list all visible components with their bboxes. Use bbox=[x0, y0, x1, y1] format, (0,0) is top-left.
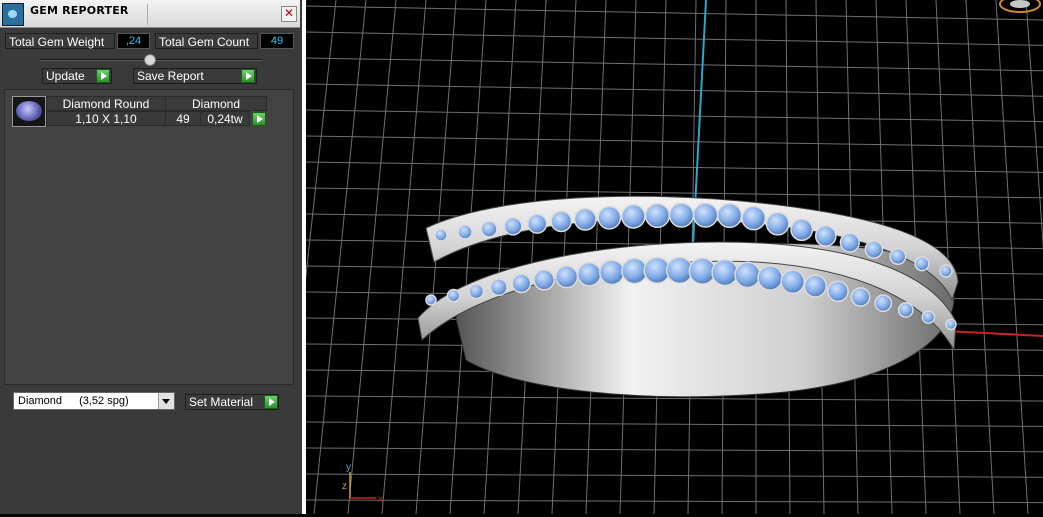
save-report-button[interactable]: Save Report bbox=[133, 68, 257, 84]
gem-stone bbox=[945, 318, 957, 331]
gem-stone bbox=[511, 273, 532, 294]
material-select[interactable]: Diamond (3,52 spg) bbox=[13, 392, 175, 410]
gem-shape-header: Diamond Round bbox=[46, 96, 166, 111]
gem-stone bbox=[889, 248, 907, 266]
gem-list: Diamond Round Diamond 1,10 X 1,10 49 0,2… bbox=[4, 89, 294, 385]
chevron-down-icon[interactable] bbox=[158, 393, 174, 409]
viewport-scene: y z x bbox=[41, 0, 1043, 515]
gem-reporter-panel: GEM REPORTER ✕ Total Gem Weight ,24 Tota… bbox=[0, 0, 302, 514]
ring-model bbox=[417, 195, 959, 398]
play-arrow-icon bbox=[264, 395, 278, 409]
gem-stone bbox=[468, 283, 485, 300]
title-separator bbox=[147, 4, 148, 25]
gem-row-go-icon[interactable] bbox=[252, 112, 266, 126]
gem-stone bbox=[692, 202, 719, 228]
update-button[interactable]: Update bbox=[42, 68, 112, 84]
gem-stone bbox=[864, 240, 884, 259]
gem-stone bbox=[550, 210, 573, 233]
set-material-button-label: Set Material bbox=[189, 395, 254, 409]
gem-stone bbox=[741, 205, 766, 231]
gem-stone bbox=[457, 224, 473, 240]
view-cube-icon bbox=[999, 0, 1041, 13]
total-gem-count-value: 49 bbox=[260, 33, 294, 49]
axis-z-label: z bbox=[342, 481, 347, 492]
gem-stone bbox=[644, 202, 671, 229]
gem-stone bbox=[839, 232, 860, 253]
axis-triad: y z x bbox=[342, 462, 383, 505]
gem-stone bbox=[489, 278, 508, 297]
axis-y-label: y bbox=[346, 462, 351, 473]
material-spg: (3,52 spg) bbox=[79, 395, 129, 407]
gem-stone bbox=[527, 213, 548, 234]
gem-stone bbox=[533, 269, 555, 291]
gem-stone bbox=[434, 228, 448, 242]
gem-stone bbox=[446, 288, 461, 303]
gem-stone bbox=[688, 257, 717, 285]
3d-viewport[interactable]: y z x bbox=[41, 0, 1043, 515]
gem-weight-cell: 0,24tw bbox=[200, 111, 250, 126]
gem-stone bbox=[827, 280, 849, 303]
update-button-label: Update bbox=[46, 69, 85, 83]
gem-reporter-app-icon bbox=[2, 3, 24, 26]
gem-stone bbox=[711, 259, 739, 287]
close-button[interactable]: ✕ bbox=[281, 6, 297, 22]
window-title: GEM REPORTER bbox=[30, 4, 129, 17]
round-gem-icon bbox=[12, 96, 46, 127]
gem-size-cell: 1,10 X 1,10 bbox=[46, 111, 166, 126]
gem-stone bbox=[757, 265, 783, 291]
total-gem-count-label: Total Gem Count bbox=[155, 33, 258, 49]
gem-stone bbox=[874, 294, 893, 313]
gem-stone bbox=[716, 202, 743, 229]
gem-stone bbox=[621, 257, 648, 285]
gem-stone bbox=[765, 211, 790, 236]
gem-stone bbox=[780, 269, 806, 294]
gem-stone bbox=[599, 259, 625, 286]
total-gem-weight-value: ,24 bbox=[117, 33, 150, 49]
gem-stone bbox=[555, 265, 579, 289]
gem-stone bbox=[621, 204, 646, 229]
gem-stone bbox=[814, 225, 837, 247]
gem-count-cell: 49 bbox=[165, 111, 201, 126]
gem-stone bbox=[914, 256, 930, 272]
gem-stone bbox=[939, 264, 953, 278]
gem-stone bbox=[573, 207, 597, 231]
material-name: Diamond bbox=[18, 395, 63, 407]
gem-stone bbox=[597, 205, 622, 230]
save-report-button-label: Save Report bbox=[137, 69, 204, 83]
gem-stone bbox=[790, 218, 814, 242]
gem-stone bbox=[897, 302, 914, 318]
panel-slider-handle[interactable] bbox=[144, 54, 156, 66]
gem-stone bbox=[425, 294, 437, 306]
gem-stone bbox=[850, 287, 871, 307]
gem-stone bbox=[734, 261, 761, 289]
gem-stone bbox=[803, 274, 827, 298]
set-material-button[interactable]: Set Material bbox=[185, 394, 279, 410]
total-gem-weight-label: Total Gem Weight bbox=[5, 33, 115, 49]
gem-material-header: Diamond bbox=[165, 96, 267, 111]
gem-stone bbox=[921, 310, 936, 324]
gem-stone bbox=[576, 261, 602, 287]
gem-stone bbox=[668, 202, 695, 228]
axis-x-label: x bbox=[378, 494, 383, 505]
gem-stone bbox=[480, 220, 498, 238]
play-arrow-icon bbox=[96, 69, 110, 83]
gem-stone bbox=[503, 216, 523, 236]
play-arrow-icon bbox=[241, 69, 255, 83]
title-bar: GEM REPORTER ✕ bbox=[0, 0, 300, 28]
